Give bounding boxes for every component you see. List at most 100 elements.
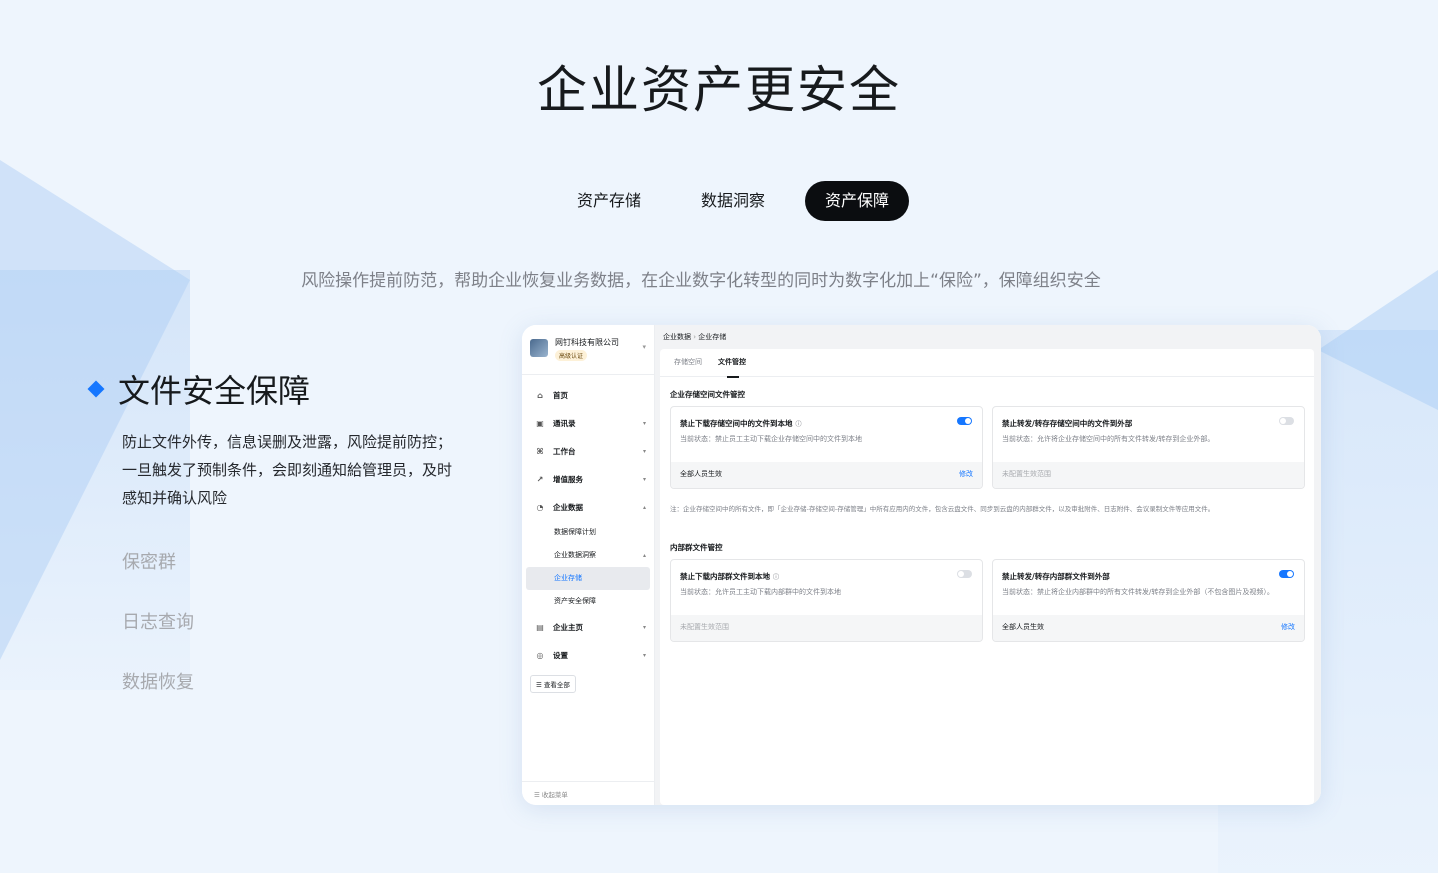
tab-storage-space[interactable]: 存储空间 — [674, 357, 702, 377]
sidebar-item-homepage[interactable]: ▤ 企业主页 ▾ — [522, 613, 654, 641]
bg-triangle-right — [1318, 270, 1438, 410]
org-switcher[interactable]: 网钉科技有限公司 高级认证 ▾ — [522, 325, 654, 375]
feature-item-confidential-group[interactable]: 保密群 — [122, 548, 460, 574]
building-icon: ▤ — [536, 622, 544, 632]
policy-status: 当前状态：禁止员工主动下载企业存储空间中的文件到本地 — [680, 435, 862, 443]
menu-icon: ☰ — [536, 681, 542, 689]
policy-title-text: 禁止下载内部群文件到本地 — [680, 572, 770, 581]
feature-item-log-query[interactable]: 日志查询 — [122, 608, 460, 634]
sidebar-item-label: 增值服务 — [553, 474, 583, 484]
policy-card-storage-forward: 禁止转发/转存存储空间中的文件到外部 当前状态：允许将企业存储空间中的所有文件转… — [992, 406, 1305, 489]
feature-description: 防止文件外传，信息误删及泄露，风险提前防控；一旦触发了预制条件，会即刻通知給管理… — [122, 433, 453, 507]
chevron-down-icon: ▾ — [642, 623, 646, 631]
sidebar-subitem-storage[interactable]: 企业存储 — [526, 567, 650, 590]
page-title: 企业资产更安全 — [537, 61, 901, 119]
chevron-down-icon: ▾ — [642, 475, 646, 483]
feature-list: 文件安全保障 防止文件外传，信息误删及泄露，风险提前防控；一旦触发了预制条件，会… — [87, 366, 460, 694]
policy-title: 禁止下载内部群文件到本地 ⓘ — [680, 571, 779, 582]
sidebar-item-label: 设置 — [553, 650, 568, 660]
org-logo — [530, 339, 548, 357]
policy-status: 当前状态：允许将企业存储空间中的所有文件转发/转存到企业外部。 — [1002, 435, 1215, 443]
policy-scope: 未配置生效范围 — [680, 623, 729, 631]
policy-toggle[interactable] — [957, 417, 972, 425]
admin-screenshot: 网钉科技有限公司 高级认证 ▾ ⌂ 首页 ▣ 通讯录 ▾ ⌘ 工作台 ▾ ↗ 增… — [522, 325, 1321, 805]
policy-title: 禁止转发/转存存储空间中的文件到外部 — [1002, 419, 1133, 428]
sidebar-subitem-data-plan[interactable]: 数据保障计划 — [522, 521, 654, 544]
org-name: 网钉科技有限公司 — [555, 338, 619, 347]
feature-title: 文件安全保障 — [118, 372, 311, 410]
policy-toggle[interactable] — [957, 570, 972, 578]
sidebar-item-value-added[interactable]: ↗ 增值服务 ▾ — [522, 465, 654, 493]
feature-active-header[interactable]: 文件安全保障 — [87, 366, 460, 412]
org-badge: 高级认证 — [555, 350, 588, 361]
view-all-label: 查看全部 — [543, 681, 570, 689]
sidebar-item-label: 企业主页 — [553, 622, 583, 632]
admin-main: 企业数据 › 企业存储 存储空间 文件管控 企业存储空间文件管控 禁止下载存储空… — [655, 325, 1321, 805]
sidebar-item-workbench[interactable]: ⌘ 工作台 ▾ — [522, 437, 654, 465]
policy-card-storage-download: 禁止下载存储空间中的文件到本地 ⓘ 当前状态：禁止员工主动下载企业存储空间中的文件… — [670, 406, 983, 489]
policy-title: 禁止转发/转存内部群文件到外部 — [1002, 572, 1110, 581]
section-title-internal-group: 内部群文件管控 — [670, 543, 723, 552]
sidebar-item-contacts[interactable]: ▣ 通讯录 ▾ — [522, 409, 654, 437]
policy-card-group-forward: 禁止转发/转存内部群文件到外部 当前状态：禁止将企业内部群中的所有文件转发/转存… — [992, 559, 1305, 642]
section-title-storage: 企业存储空间文件管控 — [670, 390, 745, 399]
sidebar-item-label: 企业数据 — [553, 502, 583, 512]
sidebar-item-enterprise-data[interactable]: ◔ 企业数据 ▴ — [522, 493, 654, 521]
sidebar-item-label: 通讯录 — [553, 418, 576, 428]
sidebar-item-label: 数据保障计划 — [554, 528, 596, 536]
edit-link[interactable]: 修改 — [959, 469, 973, 481]
chevron-down-icon: ▾ — [642, 651, 646, 659]
sidebar-subitem-asset-security[interactable]: 资产安全保障 — [522, 590, 654, 613]
tab-asset-storage[interactable]: 资产存储 — [557, 181, 661, 221]
sidebar-item-label: 工作台 — [553, 446, 576, 456]
policy-status: 当前状态：允许员工主动下载内部群中的文件到本地 — [680, 588, 841, 596]
page-subtitle: 风险操作提前防范，帮助企业恢复业务数据，在企业数字化转型的同时为数字化加上“保险… — [301, 271, 1101, 291]
sidebar-subitem-data-insight[interactable]: 企业数据洞察 ▴ — [522, 544, 654, 567]
chart-icon: ↗ — [536, 474, 544, 484]
collapse-menu-button[interactable]: ☰ 收起菜单 — [522, 781, 655, 805]
policy-scope: 全部人员生效 — [1002, 623, 1044, 631]
content-panel: 存储空间 文件管控 企业存储空间文件管控 禁止下载存储空间中的文件到本地 ⓘ 当前… — [660, 349, 1314, 805]
admin-sidebar: 网钉科技有限公司 高级认证 ▾ ⌂ 首页 ▣ 通讯录 ▾ ⌘ 工作台 ▾ ↗ 增… — [522, 325, 655, 805]
policy-title: 禁止下载存储空间中的文件到本地 ⓘ — [680, 418, 802, 429]
chevron-down-icon: ▾ — [642, 343, 646, 351]
data-icon: ◔ — [536, 502, 544, 512]
chevron-down-icon: ▾ — [642, 419, 646, 427]
tab-file-control[interactable]: 文件管控 — [718, 357, 746, 378]
chevron-up-icon: ▴ — [642, 503, 646, 511]
policy-toggle[interactable] — [1279, 570, 1294, 578]
breadcrumb-current: 企业存储 — [698, 333, 727, 341]
feature-item-data-recovery[interactable]: 数据恢复 — [122, 668, 460, 694]
sidebar-item-label: 首页 — [553, 390, 568, 400]
sidebar-item-label: 企业存储 — [554, 574, 582, 582]
info-icon[interactable]: ⓘ — [796, 421, 802, 428]
chevron-up-icon: ▴ — [642, 552, 646, 559]
feature-tabs: 资产存储 数据洞察 资产保障 — [0, 181, 1438, 221]
view-all-button[interactable]: ☰ 查看全部 — [530, 675, 576, 693]
policy-title-text: 禁止下载存储空间中的文件到本地 — [680, 419, 793, 428]
info-icon[interactable]: ⓘ — [773, 574, 779, 581]
collapse-icon: ☰ — [534, 791, 540, 799]
chevron-down-icon: ▾ — [642, 447, 646, 455]
edit-link[interactable]: 修改 — [1281, 622, 1295, 634]
policy-footer: 全部人员生效 修改 — [993, 615, 1304, 641]
content-tabs: 存储空间 文件管控 — [660, 349, 1314, 378]
tab-data-insight[interactable]: 数据洞察 — [681, 181, 785, 221]
policy-card-group-download: 禁止下载内部群文件到本地 ⓘ 当前状态：允许员工主动下载内部群中的文件到本地 未配… — [670, 559, 983, 642]
policy-scope: 全部人员生效 — [680, 470, 722, 478]
sidebar-item-settings[interactable]: ◎ 设置 ▾ — [522, 641, 654, 669]
tab-asset-protection[interactable]: 资产保障 — [805, 181, 910, 221]
breadcrumb-separator-icon: › — [693, 333, 697, 341]
collapse-label: 收起菜单 — [541, 791, 568, 799]
settings-icon: ◎ — [536, 650, 544, 660]
breadcrumb-parent[interactable]: 企业数据 — [663, 333, 691, 341]
sidebar-item-home[interactable]: ⌂ 首页 — [522, 381, 654, 409]
grid-icon: ⌘ — [536, 446, 544, 456]
policy-footer: 未配置生效范围 — [671, 615, 982, 641]
policy-toggle[interactable] — [1279, 417, 1294, 425]
breadcrumb: 企业数据 › 企业存储 — [655, 325, 1321, 349]
storage-note: 注：企业存储空间中的所有文件，即「企业存储-存储空间-存储管理」中所有应用内的文… — [670, 505, 1215, 513]
policy-status: 当前状态：禁止将企业内部群中的所有文件转发/转存到企业外部（不包含图片及视频）。 — [1002, 588, 1274, 596]
sidebar-item-label: 企业数据洞察 — [554, 551, 596, 559]
sidebar-item-label: 资产安全保障 — [554, 597, 596, 605]
